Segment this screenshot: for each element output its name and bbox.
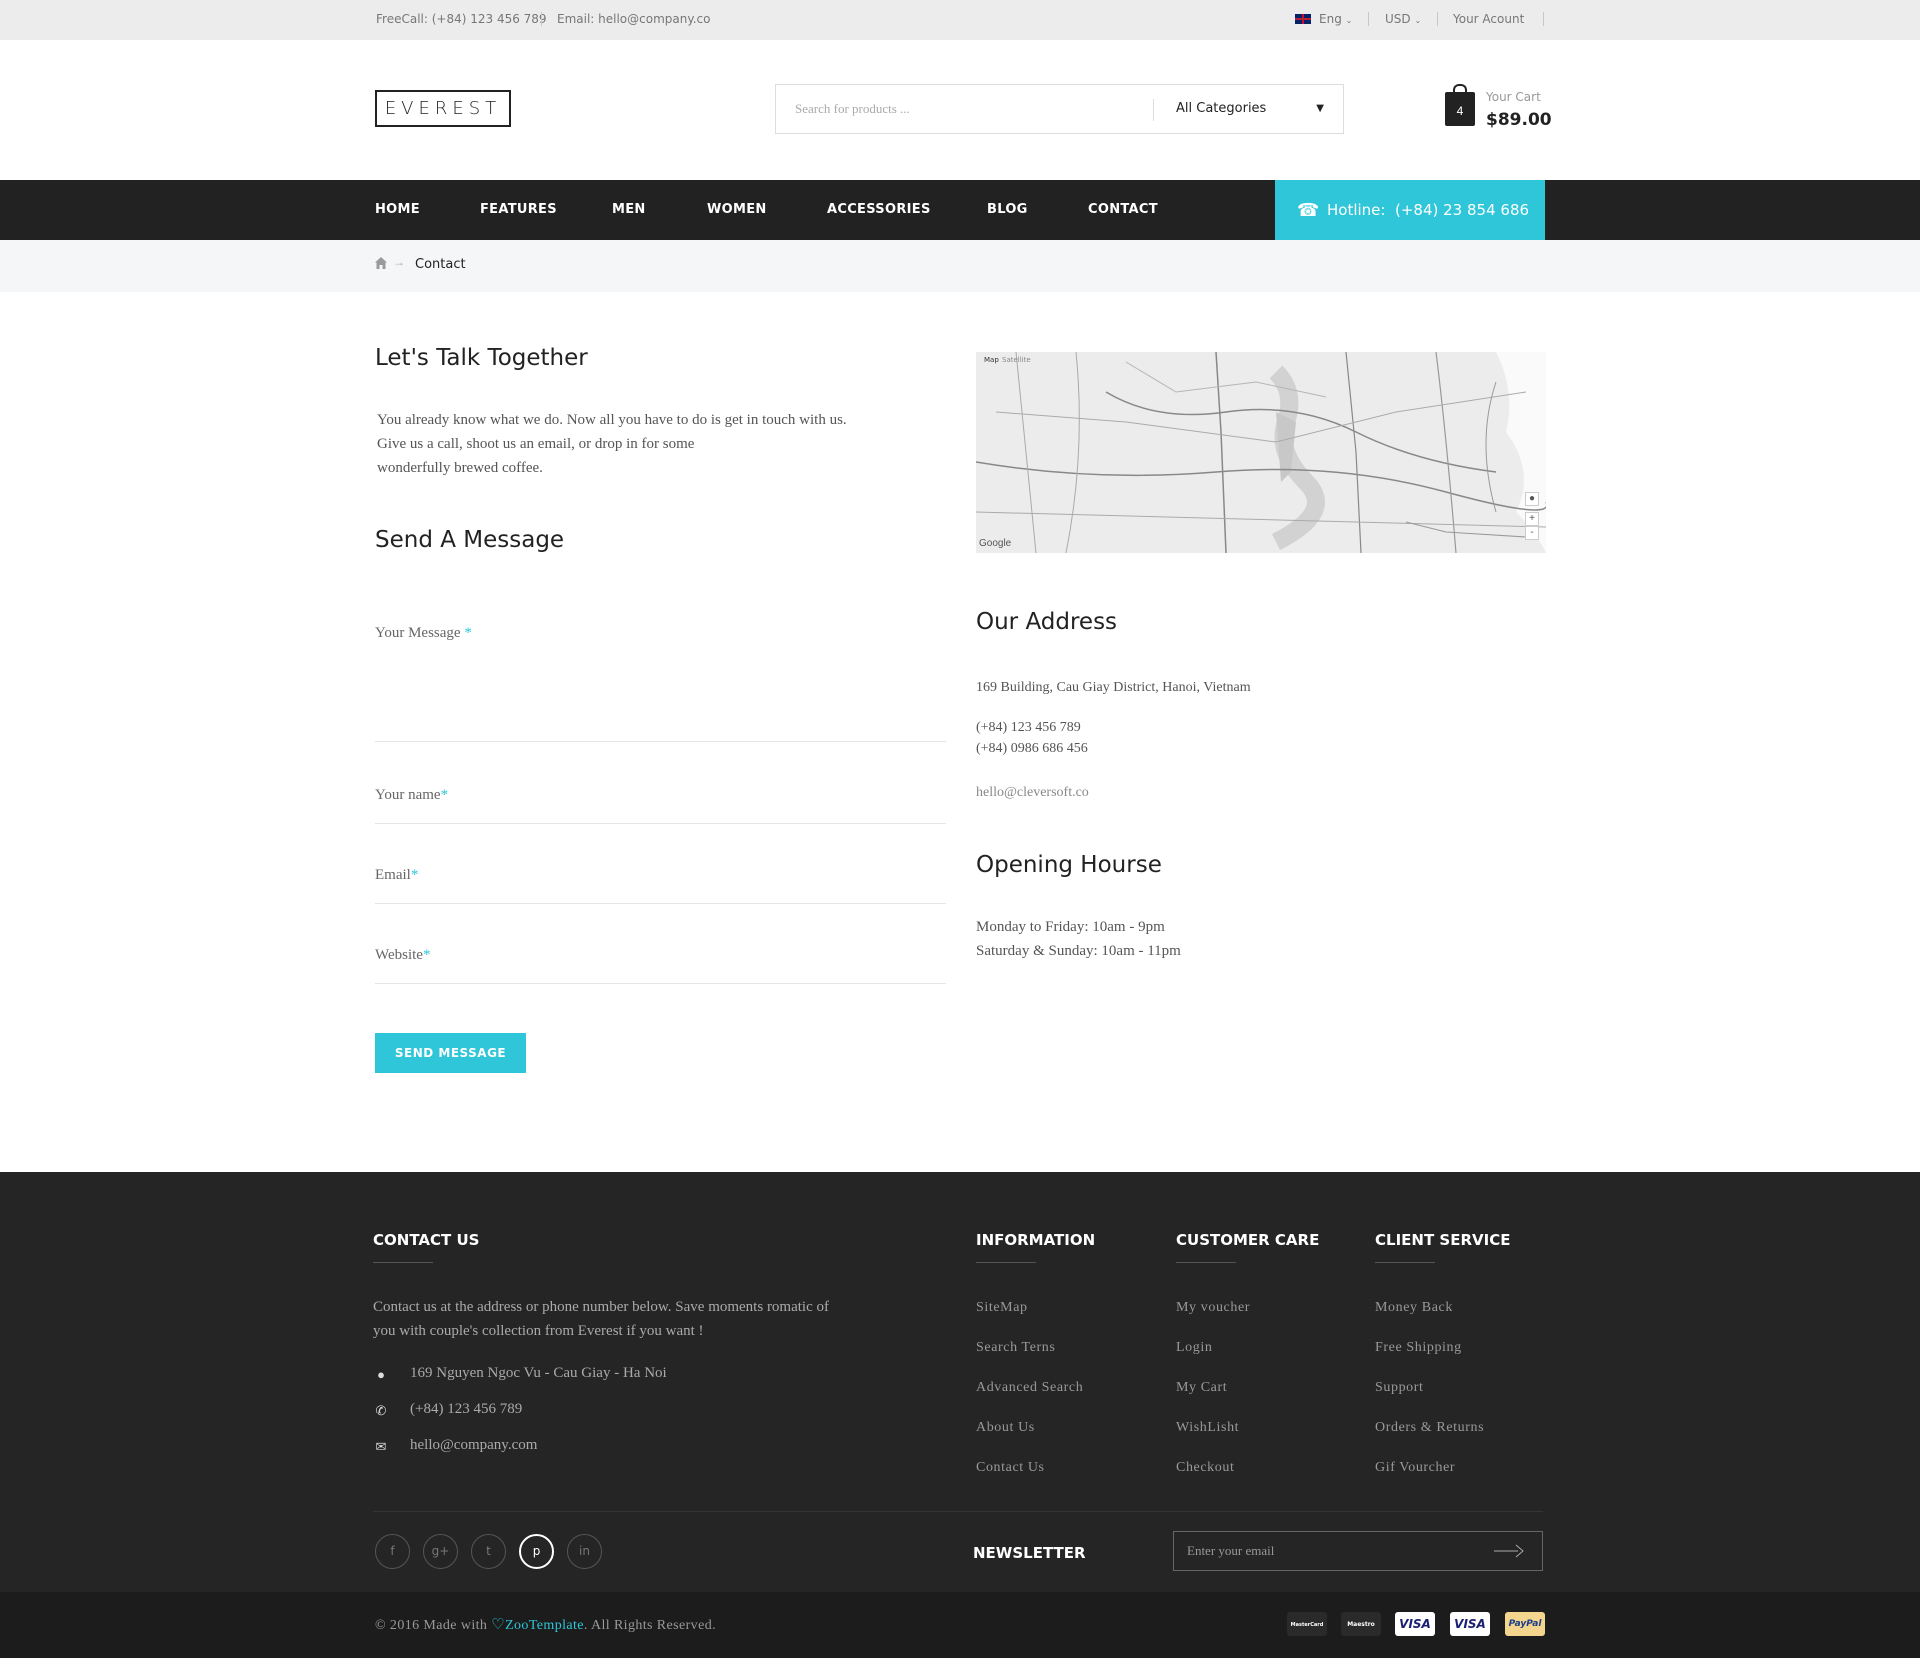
zoom-in-button[interactable]: + [1525,512,1539,526]
footer-link-gift-voucher[interactable]: Gif Vourcher [1375,1460,1455,1476]
footer-link-advanced-search[interactable]: Advanced Search [976,1380,1083,1396]
name-field[interactable] [375,780,946,822]
footer-link-wishlist[interactable]: WishLisht [1176,1420,1239,1436]
map-pin-icon: ● [377,1367,385,1382]
footer-link-orders-returns[interactable]: Orders & Returns [1375,1420,1484,1436]
hours-weekend: Saturday & Sunday: 10am - 11pm [976,943,1181,959]
footer-link-my-cart[interactable]: My Cart [1176,1380,1227,1396]
email-field[interactable] [375,860,946,902]
mail-icon: ✉ [375,1439,387,1454]
form-title: Send A Message [375,527,565,553]
main-content: Let's Talk Together You already know wha… [375,0,1546,1172]
footer-link-search-terms[interactable]: Search Terns [976,1340,1055,1356]
footer-link-login[interactable]: Login [1176,1340,1212,1356]
pinterest-icon[interactable]: p [519,1534,554,1569]
google-logo: Google [979,538,1012,549]
footer-link-support[interactable]: Support [1375,1380,1424,1396]
hours-title: Opening Hourse [976,852,1162,878]
email-underline [375,903,946,904]
google-plus-icon[interactable]: g+ [423,1534,458,1569]
hours-weekday: Monday to Friday: 10am - 9pm [976,919,1165,935]
map[interactable]: Map Satellite ● + - Google [976,352,1546,553]
footer-address: 169 Nguyen Ngoc Vu - Cau Giay - Ha Noi [410,1365,667,1381]
message-underline [375,741,946,742]
newsletter-label: NEWSLETTER [973,1544,1086,1562]
send-message-button[interactable]: SEND MESSAGE [375,1033,526,1073]
footer-link-about-us[interactable]: About Us [976,1420,1035,1436]
map-roads [976,352,1546,553]
website-underline [375,983,946,984]
intro-line-1: You already know what we do. Now all you… [377,412,847,428]
bottom-bar: © 2016 Made with ♡ZooTemplate. All Right… [0,1592,1920,1658]
pegman-icon[interactable]: ● [1525,492,1539,506]
maestro-icon: Maestro [1341,1612,1381,1636]
footer-link-contact-us[interactable]: Contact Us [976,1460,1045,1476]
footer-link-sitemap[interactable]: SiteMap [976,1300,1028,1316]
message-label: Your Message * [375,625,472,641]
instagram-icon[interactable]: in [567,1534,602,1569]
website-field[interactable] [375,940,946,982]
footer: CONTACT US Contact us at the address or … [0,1172,1920,1592]
footer-customer-care-title: CUSTOMER CARE [1176,1231,1320,1249]
zootemplate-link[interactable]: ZooTemplate [505,1618,584,1633]
intro-line-3: wonderfully brewed coffee. [377,460,543,476]
twitter-icon[interactable]: t [471,1534,506,1569]
footer-contact-text-2: you with couple's collection from Everes… [373,1323,704,1339]
footer-contact-title: CONTACT US [373,1231,480,1249]
footer-link-money-back[interactable]: Money Back [1375,1300,1453,1316]
zoom-out-button[interactable]: - [1525,526,1539,540]
address-street: 169 Building, Cau Giay District, Hanoi, … [976,680,1251,695]
mastercard-icon: MasterCard [1287,1612,1327,1636]
newsletter-form [1173,1531,1543,1571]
footer-phone: (+84) 123 456 789 [410,1401,523,1417]
message-textarea[interactable] [375,650,946,740]
footer-link-my-voucher[interactable]: My voucher [1176,1300,1250,1316]
footer-email[interactable]: hello@company.com [410,1433,537,1457]
footer-title-underline [1176,1262,1236,1263]
footer-title-underline [976,1262,1036,1263]
footer-contact-text-1: Contact us at the address or phone numbe… [373,1299,829,1315]
name-underline [375,823,946,824]
address-title: Our Address [976,609,1118,635]
address-phone-2: (+84) 0986 686 456 [976,741,1088,756]
phone-icon: ✆ [375,1403,387,1418]
map-tab-satellite[interactable]: Satellite [1002,356,1031,364]
newsletter-email-input[interactable] [1174,1532,1474,1570]
visa-electron-icon: VISA [1450,1612,1490,1636]
footer-divider [373,1511,1543,1512]
address-email[interactable]: hello@cleversoft.co [976,781,1089,805]
heart-icon: ♡ [491,1617,506,1633]
facebook-icon[interactable]: f [375,1534,410,1569]
footer-client-service-title: CLIENT SERVICE [1375,1231,1511,1249]
visa-icon: VISA [1395,1612,1435,1636]
footer-title-underline [1375,1262,1435,1263]
footer-link-checkout[interactable]: Checkout [1176,1460,1234,1476]
footer-information-title: INFORMATION [976,1231,1096,1249]
intro-title: Let's Talk Together [375,345,588,371]
footer-link-free-shipping[interactable]: Free Shipping [1375,1340,1462,1356]
arrow-right-icon[interactable] [1494,1544,1524,1558]
intro-line-2: Give us a call, shoot us an email, or dr… [377,436,695,452]
footer-title-underline [373,1262,433,1263]
paypal-icon: PayPal [1505,1612,1545,1636]
map-tab-map[interactable]: Map [984,356,999,364]
copyright: © 2016 Made with ♡ZooTemplate. All Right… [375,1617,716,1633]
